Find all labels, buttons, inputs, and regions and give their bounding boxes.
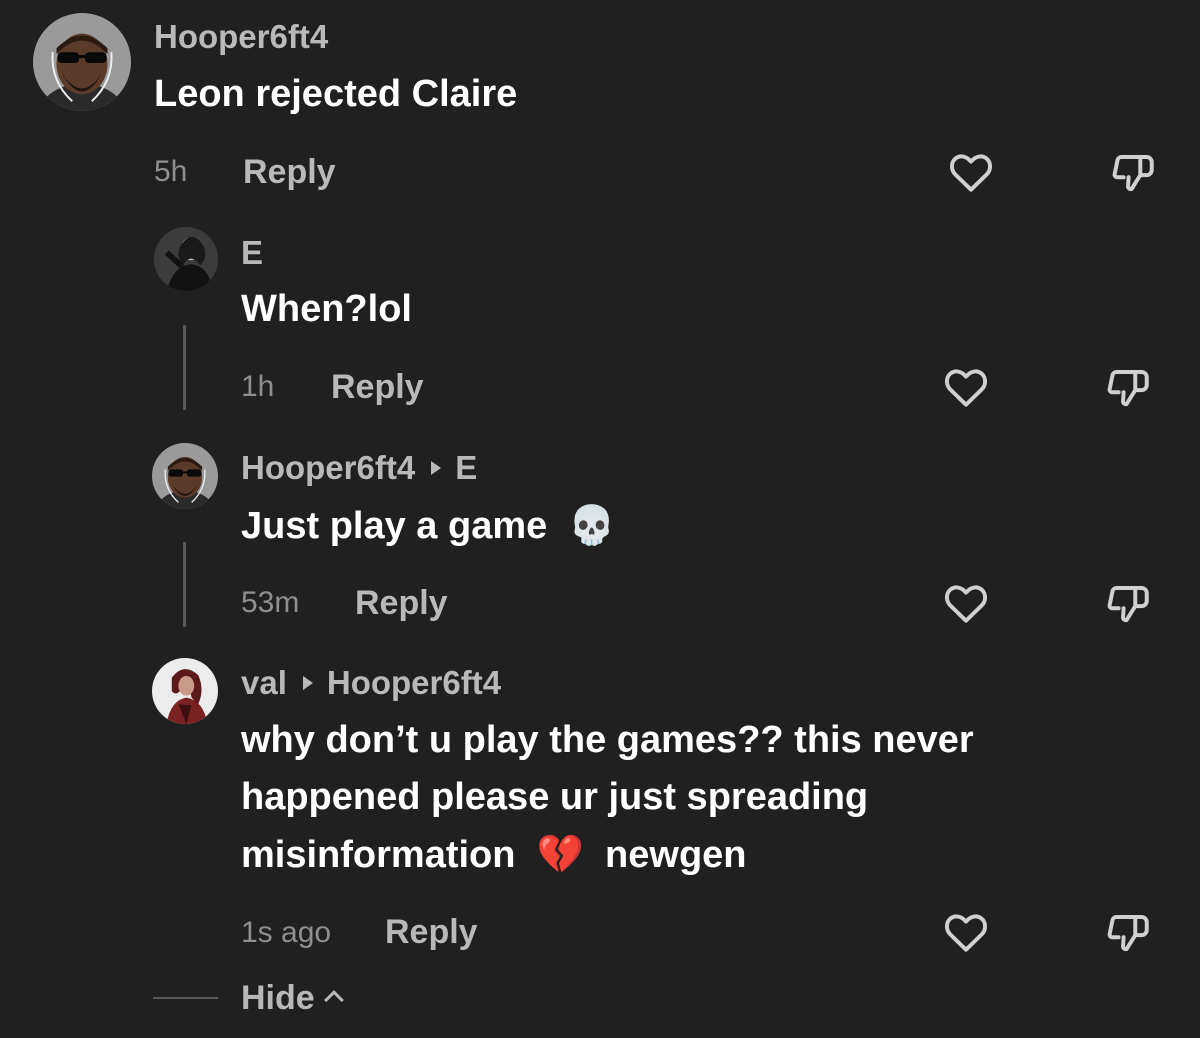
avatar[interactable]: [154, 227, 218, 291]
thread-line: [183, 325, 186, 410]
comment-text-body: Just play a game: [241, 505, 548, 547]
comment-username[interactable]: val Hooper6ft4: [241, 666, 501, 699]
comment-text: When?lol: [241, 288, 412, 330]
reply-button[interactable]: Reply: [243, 155, 336, 189]
hide-divider: [153, 997, 218, 999]
heart-icon[interactable]: [941, 907, 991, 957]
thumbs-down-icon[interactable]: [1103, 362, 1153, 412]
username-label[interactable]: Hooper6ft4: [241, 449, 415, 486]
comment-username[interactable]: Hooper6ft4 E: [241, 451, 477, 484]
reply-button[interactable]: Reply: [331, 370, 424, 404]
broken-heart-emoji: 💔: [536, 832, 584, 876]
comment-text-part: misinformation: [241, 834, 516, 876]
avatar[interactable]: [152, 658, 218, 724]
avatar[interactable]: [152, 443, 218, 509]
heart-icon[interactable]: [941, 362, 991, 412]
comment-time: 53m: [241, 586, 300, 619]
chevron-up-icon: [323, 990, 344, 1010]
username-label[interactable]: val: [241, 664, 287, 701]
comment-username[interactable]: Hooper6ft4: [154, 20, 328, 53]
comment-time: 5h: [154, 155, 188, 188]
comment-text: Just play a game 💀: [241, 497, 616, 555]
comment-time: 1h: [241, 370, 275, 403]
comment-text: why don’t u play the games?? this never …: [241, 712, 974, 884]
thumbs-down-icon[interactable]: [1103, 578, 1153, 628]
reply-to-label[interactable]: E: [455, 449, 477, 486]
thumbs-down-icon[interactable]: [1108, 147, 1158, 197]
reply-button[interactable]: Reply: [355, 586, 448, 620]
thumbs-down-icon[interactable]: [1103, 907, 1153, 957]
skull-emoji: 💀: [568, 503, 616, 547]
comment-username[interactable]: E: [241, 236, 263, 269]
hide-replies-button[interactable]: Hide: [241, 979, 344, 1017]
reply-to-label[interactable]: Hooper6ft4: [327, 664, 501, 701]
thread-line: [183, 542, 186, 627]
avatar[interactable]: [33, 13, 131, 111]
comment-time: 1s ago: [241, 916, 332, 949]
comment-text-line: why don’t u play the games?? this never: [241, 719, 974, 761]
heart-icon[interactable]: [941, 578, 991, 628]
reply-arrow-icon: [431, 461, 442, 476]
reply-button[interactable]: Reply: [385, 915, 478, 949]
comment-text: Leon rejected Claire: [154, 73, 518, 115]
comment-text-part: newgen: [605, 834, 747, 876]
comment-text-line: misinformation 💔 newgen: [241, 826, 974, 884]
reply-arrow-icon: [302, 676, 313, 691]
hide-label: Hide: [241, 979, 315, 1017]
heart-icon[interactable]: [946, 147, 996, 197]
comment-text-line: happened please ur just spreading: [241, 776, 869, 818]
comments-screen: Hooper6ft4 Leon rejected Claire 5h Reply…: [0, 0, 1200, 1038]
